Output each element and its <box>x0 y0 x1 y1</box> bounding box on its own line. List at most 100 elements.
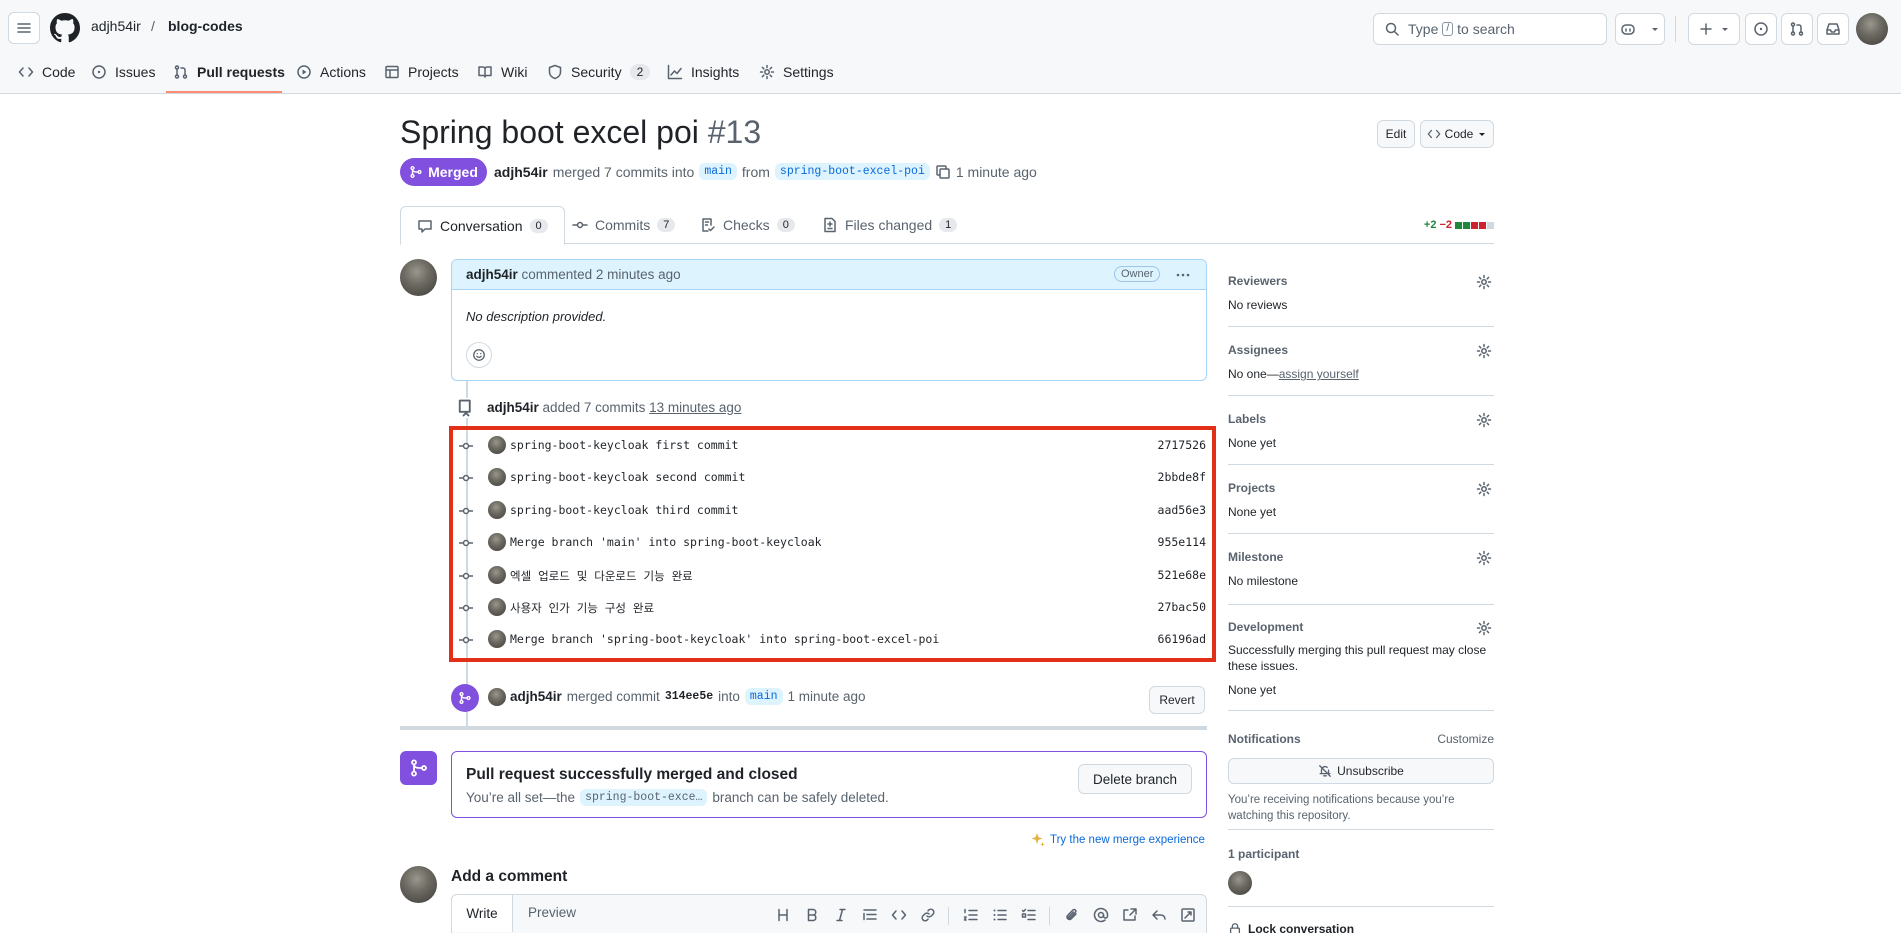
gear-icon[interactable] <box>1476 550 1492 566</box>
comment-author-avatar[interactable] <box>400 259 437 296</box>
commit-row[interactable]: 사용자 인가 기능 구성 완료 27bac50 <box>458 594 1206 620</box>
comment-time[interactable]: 2 minutes ago <box>596 267 681 282</box>
tab-security[interactable]: Security 2 <box>547 60 651 84</box>
delete-branch-button[interactable]: Delete branch <box>1078 764 1192 794</box>
comment-author-link[interactable]: adjh54ir <box>466 267 518 282</box>
commit-sha[interactable]: aad56e3 <box>1158 503 1206 517</box>
commit-message[interactable]: Merge branch 'main' into spring-boot-key… <box>510 535 822 549</box>
github-logo-icon[interactable] <box>50 13 80 43</box>
head-branch[interactable]: spring-boot-excel-poi <box>774 163 930 180</box>
current-user-avatar[interactable] <box>400 866 437 903</box>
commit-sha[interactable]: 521e68e <box>1158 568 1206 582</box>
merge-target-branch[interactable]: main <box>744 688 783 705</box>
link-icon[interactable] <box>920 907 936 923</box>
commit-row[interactable]: Merge branch 'main' into spring-boot-key… <box>458 529 1206 555</box>
commit-row[interactable]: spring-boot-keycloak first commit 2717526 <box>458 432 1206 458</box>
gear-icon[interactable] <box>1476 620 1492 636</box>
add-reaction-button[interactable] <box>466 342 492 368</box>
tab-wiki[interactable]: Wiki <box>477 60 527 84</box>
tab-projects[interactable]: Projects <box>384 60 459 84</box>
merge-author-avatar[interactable] <box>488 688 506 706</box>
heading-icon[interactable] <box>775 907 791 923</box>
tab-commits[interactable]: Commits 7 <box>572 206 676 244</box>
cross-reference-icon[interactable] <box>1122 907 1138 923</box>
search-input[interactable]: Type / to search <box>1373 13 1607 45</box>
tab-insights[interactable]: Insights <box>667 60 739 84</box>
commits-event-time[interactable]: 13 minutes ago <box>649 400 741 415</box>
commit-row[interactable]: spring-boot-keycloak third commit aad56e3 <box>458 497 1206 523</box>
gear-icon[interactable] <box>1476 343 1492 359</box>
commit-author-avatar[interactable] <box>488 630 506 649</box>
merged-box-branch[interactable]: spring-boot-exce… <box>580 789 708 806</box>
pr-author-link[interactable]: adjh54ir <box>494 164 548 180</box>
gear-icon[interactable] <box>1476 481 1492 497</box>
commit-author-avatar[interactable] <box>488 533 506 552</box>
commit-message[interactable]: 사용자 인가 기능 구성 완료 <box>510 600 654 616</box>
commit-message[interactable]: spring-boot-keycloak first commit <box>510 438 738 452</box>
code-icon[interactable] <box>891 907 907 923</box>
commit-message[interactable]: 엑셀 업로드 및 다운로드 기능 완료 <box>510 568 693 584</box>
commit-author-avatar[interactable] <box>488 565 506 584</box>
repo-name-link[interactable]: blog-codes <box>168 18 243 34</box>
tab-pull-requests[interactable]: Pull requests <box>173 60 285 84</box>
commits-event-author[interactable]: adjh54ir <box>487 400 539 415</box>
lock-conversation-link[interactable]: Lock conversation <box>1228 922 1494 933</box>
gear-icon[interactable] <box>1476 274 1492 290</box>
menu-button[interactable] <box>8 12 40 44</box>
mention-icon[interactable] <box>1093 907 1109 923</box>
quote-icon[interactable] <box>862 907 878 923</box>
comment-options-button[interactable] <box>1172 264 1194 286</box>
tab-files-changed[interactable]: Files changed 1 <box>822 206 958 244</box>
commit-row[interactable]: Merge branch 'spring-boot-keycloak' into… <box>458 626 1206 652</box>
try-merge-experience-link[interactable]: Try the new merge experience <box>1030 832 1205 848</box>
fullscreen-icon[interactable] <box>1180 907 1196 923</box>
revert-button[interactable]: Revert <box>1149 686 1205 714</box>
inbox-button[interactable] <box>1817 13 1849 45</box>
issues-button[interactable] <box>1745 13 1777 45</box>
customize-link[interactable]: Customize <box>1437 732 1494 746</box>
commit-message[interactable]: spring-boot-keycloak third commit <box>510 503 738 517</box>
repo-owner-link[interactable]: adjh54ir <box>91 18 141 34</box>
task-list-icon[interactable] <box>1021 907 1037 923</box>
tab-issues[interactable]: Issues <box>91 60 155 84</box>
commit-sha[interactable]: 955e114 <box>1158 535 1206 549</box>
copilot-button[interactable] <box>1615 13 1665 45</box>
commit-sha[interactable]: 2717526 <box>1158 438 1206 452</box>
tab-conversation[interactable]: Conversation 0 <box>400 206 565 245</box>
tab-code[interactable]: Code <box>18 60 75 84</box>
preview-tab[interactable]: Preview <box>528 905 576 920</box>
commit-sha[interactable]: 2bbde8f <box>1158 470 1206 484</box>
commit-author-avatar[interactable] <box>488 500 506 519</box>
commit-sha[interactable]: 27bac50 <box>1158 600 1206 614</box>
commit-author-avatar[interactable] <box>488 468 506 487</box>
base-branch[interactable]: main <box>699 163 737 180</box>
commit-sha[interactable]: 66196ad <box>1158 632 1206 646</box>
italic-icon[interactable] <box>833 907 849 923</box>
user-avatar[interactable] <box>1856 13 1888 45</box>
participant-avatar[interactable] <box>1228 871 1252 895</box>
tab-checks[interactable]: Checks 0 <box>700 206 795 244</box>
commit-row[interactable]: 엑셀 업로드 및 다운로드 기능 완료 521e68e <box>458 562 1206 588</box>
copy-icon[interactable] <box>935 164 951 180</box>
unordered-list-icon[interactable] <box>992 907 1008 923</box>
merge-commit-sha[interactable]: 314ee5e <box>665 690 713 703</box>
tab-actions[interactable]: Actions <box>296 60 366 84</box>
commit-row[interactable]: spring-boot-keycloak second commit 2bbde8… <box>458 464 1206 490</box>
commit-message[interactable]: spring-boot-keycloak second commit <box>510 470 745 484</box>
bold-icon[interactable] <box>804 907 820 923</box>
pull-requests-button[interactable] <box>1781 13 1813 45</box>
unsubscribe-button[interactable]: Unsubscribe <box>1228 758 1494 784</box>
reply-icon[interactable] <box>1151 907 1167 923</box>
edit-button[interactable]: Edit <box>1377 120 1415 148</box>
code-dropdown-button[interactable]: Code <box>1420 120 1494 148</box>
paperclip-icon[interactable] <box>1064 907 1080 923</box>
write-tab[interactable]: Write <box>451 894 513 932</box>
merge-event-author[interactable]: adjh54ir <box>510 689 562 704</box>
commit-author-avatar[interactable] <box>488 598 506 616</box>
create-new-button[interactable] <box>1688 13 1740 45</box>
ordered-list-icon[interactable] <box>963 907 979 923</box>
tab-settings[interactable]: Settings <box>759 60 834 84</box>
commit-author-avatar[interactable] <box>488 436 506 454</box>
commit-message[interactable]: Merge branch 'spring-boot-keycloak' into… <box>510 632 939 646</box>
gear-icon[interactable] <box>1476 412 1492 428</box>
